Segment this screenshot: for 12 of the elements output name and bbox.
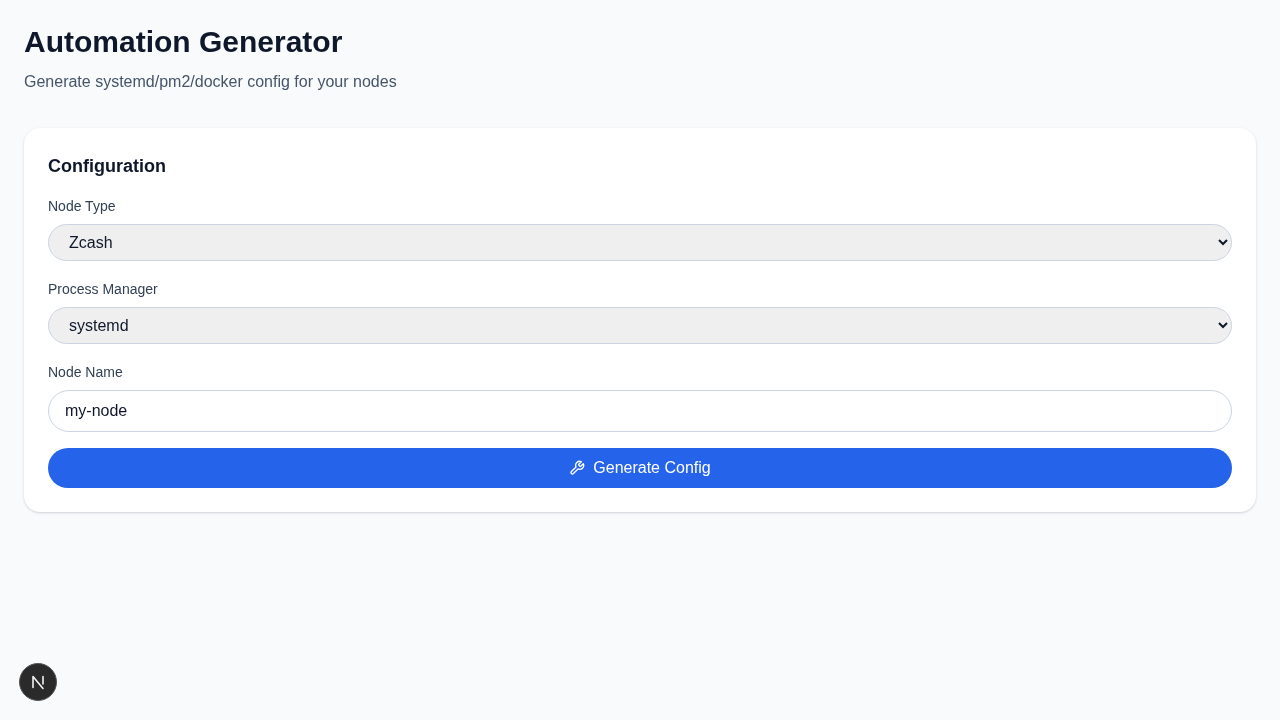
page-subtitle: Generate systemd/pm2/docker config for your nodes (24, 72, 398, 92)
page-title: Automation Generator (24, 24, 344, 60)
n-logo-icon[interactable] (19, 663, 57, 701)
wrench-icon (569, 460, 586, 476)
card-title: Configuration (48, 155, 167, 178)
field-label: Process Manager (48, 280, 159, 299)
field-label: Node Name (48, 363, 124, 382)
dropdown-field[interactable]: Zcash (48, 224, 1232, 261)
field-label: Node Type (48, 197, 117, 216)
generate-config-button[interactable]: Generate Config (48, 448, 1232, 488)
input-field[interactable]: my-node (48, 390, 1232, 432)
dropdown-field[interactable]: systemd (48, 307, 1232, 344)
